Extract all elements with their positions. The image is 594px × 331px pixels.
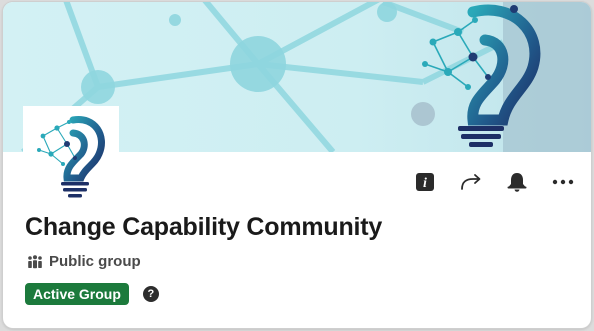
status-badge: Active Group: [25, 283, 129, 305]
help-icon[interactable]: ?: [142, 286, 159, 302]
share-arrow-icon: [461, 174, 481, 190]
group-header-card: i Change Capability Community Public gro…: [3, 2, 591, 328]
status-row: Active Group ?: [25, 283, 159, 305]
more-options-button[interactable]: [549, 168, 577, 196]
notifications-button[interactable]: [503, 168, 531, 196]
info-icon: i: [416, 173, 434, 191]
share-button[interactable]: [457, 168, 485, 196]
info-button[interactable]: i: [411, 168, 439, 196]
privacy-label: Public group: [49, 253, 141, 270]
group-title: Change Capability Community: [25, 213, 383, 241]
privacy-info: Public group: [27, 253, 141, 270]
bell-icon: [507, 173, 527, 192]
svg-text:i: i: [423, 176, 427, 191]
group-people-icon: [28, 254, 42, 268]
more-dots-icon: [552, 179, 574, 185]
header-actions: i: [411, 168, 577, 196]
group-logo[interactable]: [23, 106, 119, 202]
